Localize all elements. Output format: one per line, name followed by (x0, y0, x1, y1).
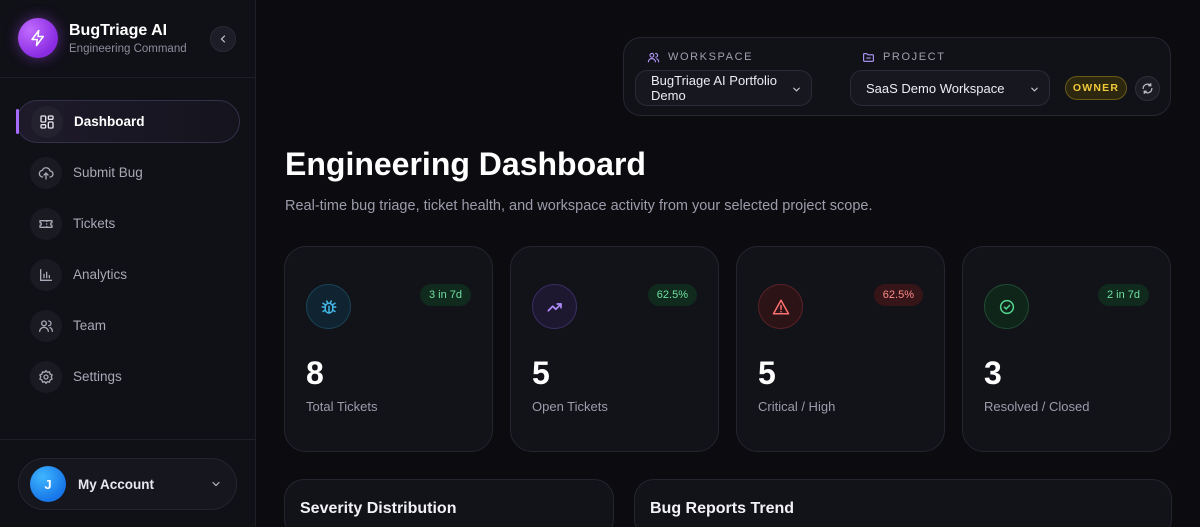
dashboard-grid-icon (31, 105, 63, 138)
chevron-down-icon (1031, 87, 1038, 92)
severity-distribution-panel: Severity Distribution (284, 479, 614, 527)
brand[interactable]: BugTriage AI Engineering Command (18, 18, 187, 58)
sidebar-item-submit-bug[interactable]: Submit Bug (16, 151, 240, 194)
stat-badge: 2 in 7d (1097, 284, 1149, 306)
ticket-icon (30, 207, 62, 240)
page-subtitle: Real-time bug triage, ticket health, and… (285, 198, 873, 214)
sidebar-item-dashboard[interactable]: Dashboard (16, 100, 240, 143)
bug-reports-trend-panel: Bug Reports Trend (634, 479, 1172, 527)
stat-card-total-tickets[interactable]: 3 in 7d 8 Total Tickets (284, 246, 493, 452)
project-select[interactable]: SaaS Demo Workspace (850, 70, 1050, 106)
stat-badge: 62.5% (647, 284, 697, 306)
bar-chart-icon (30, 258, 62, 291)
brand-subtitle: Engineering Command (69, 42, 187, 55)
folder-icon (863, 52, 874, 62)
check-circle-icon (984, 284, 1029, 329)
sidebar: BugTriage AI Engineering Command Dashboa… (0, 0, 256, 527)
stat-label: Resolved / Closed (984, 399, 1090, 414)
chevron-left-icon (220, 35, 226, 43)
stat-value: 3 (984, 355, 1002, 391)
stat-card-open-tickets[interactable]: 62.5% 5 Open Tickets (510, 246, 719, 452)
sidebar-nav: Dashboard Submit Bug Tickets Analytics T… (16, 100, 240, 406)
sidebar-item-label: Tickets (73, 216, 116, 231)
sidebar-item-label: Analytics (73, 267, 128, 282)
collapse-sidebar-button[interactable] (210, 26, 236, 52)
alert-triangle-icon (758, 284, 803, 329)
sidebar-item-label: Team (73, 318, 107, 333)
users-icon (647, 52, 660, 62)
refresh-icon (1142, 83, 1153, 94)
sidebar-item-settings[interactable]: Settings (16, 355, 240, 398)
project-group: PROJECT SaaS Demo Workspace (850, 50, 1050, 106)
chevron-down-icon (212, 481, 220, 487)
project-value: SaaS Demo Workspace (866, 80, 1005, 96)
stat-card-resolved-closed[interactable]: 2 in 7d 3 Resolved / Closed (962, 246, 1171, 452)
sidebar-item-label: Settings (73, 369, 122, 384)
account-menu-button[interactable]: J My Account (18, 458, 237, 510)
stat-card-critical-high[interactable]: 62.5% 5 Critical / High (736, 246, 945, 452)
scope-selector-bar: WORKSPACE BugTriage AI Portfolio Demo PR… (623, 37, 1171, 116)
page-title: Engineering Dashboard (285, 146, 646, 182)
chevron-down-icon (793, 87, 800, 92)
stat-label: Total Tickets (306, 399, 378, 414)
avatar: J (30, 466, 66, 502)
workspace-group: WORKSPACE BugTriage AI Portfolio Demo (635, 50, 812, 106)
upload-cloud-icon (30, 156, 62, 189)
sidebar-divider (0, 439, 256, 440)
sidebar-item-team[interactable]: Team (16, 304, 240, 347)
sidebar-item-label: Dashboard (74, 114, 145, 129)
refresh-scope-button[interactable] (1135, 76, 1160, 101)
stat-badge: 62.5% (873, 284, 923, 306)
stat-label: Critical / High (758, 399, 836, 414)
users-icon (30, 309, 62, 342)
lightning-logo-icon (18, 18, 58, 58)
bug-icon (306, 284, 351, 329)
brand-name: BugTriage AI (69, 21, 168, 39)
stat-value: 8 (306, 355, 324, 391)
panel-title: Bug Reports Trend (650, 500, 795, 517)
stat-badge: 3 in 7d (419, 284, 471, 306)
project-label: PROJECT (883, 51, 946, 63)
sidebar-divider (0, 77, 256, 78)
workspace-select[interactable]: BugTriage AI Portfolio Demo (635, 70, 812, 106)
role-badge: OWNER (1065, 76, 1127, 100)
workspace-value: BugTriage AI Portfolio Demo (651, 73, 777, 103)
trending-up-icon (532, 284, 577, 329)
panel-title: Severity Distribution (300, 500, 457, 517)
stat-value: 5 (758, 355, 776, 391)
account-label: My Account (78, 476, 155, 492)
stat-value: 5 (532, 355, 550, 391)
workspace-label: WORKSPACE (668, 51, 754, 63)
sidebar-item-tickets[interactable]: Tickets (16, 202, 240, 245)
stat-label: Open Tickets (532, 399, 608, 414)
gear-icon (30, 360, 62, 393)
sidebar-item-label: Submit Bug (73, 165, 143, 180)
sidebar-item-analytics[interactable]: Analytics (16, 253, 240, 296)
